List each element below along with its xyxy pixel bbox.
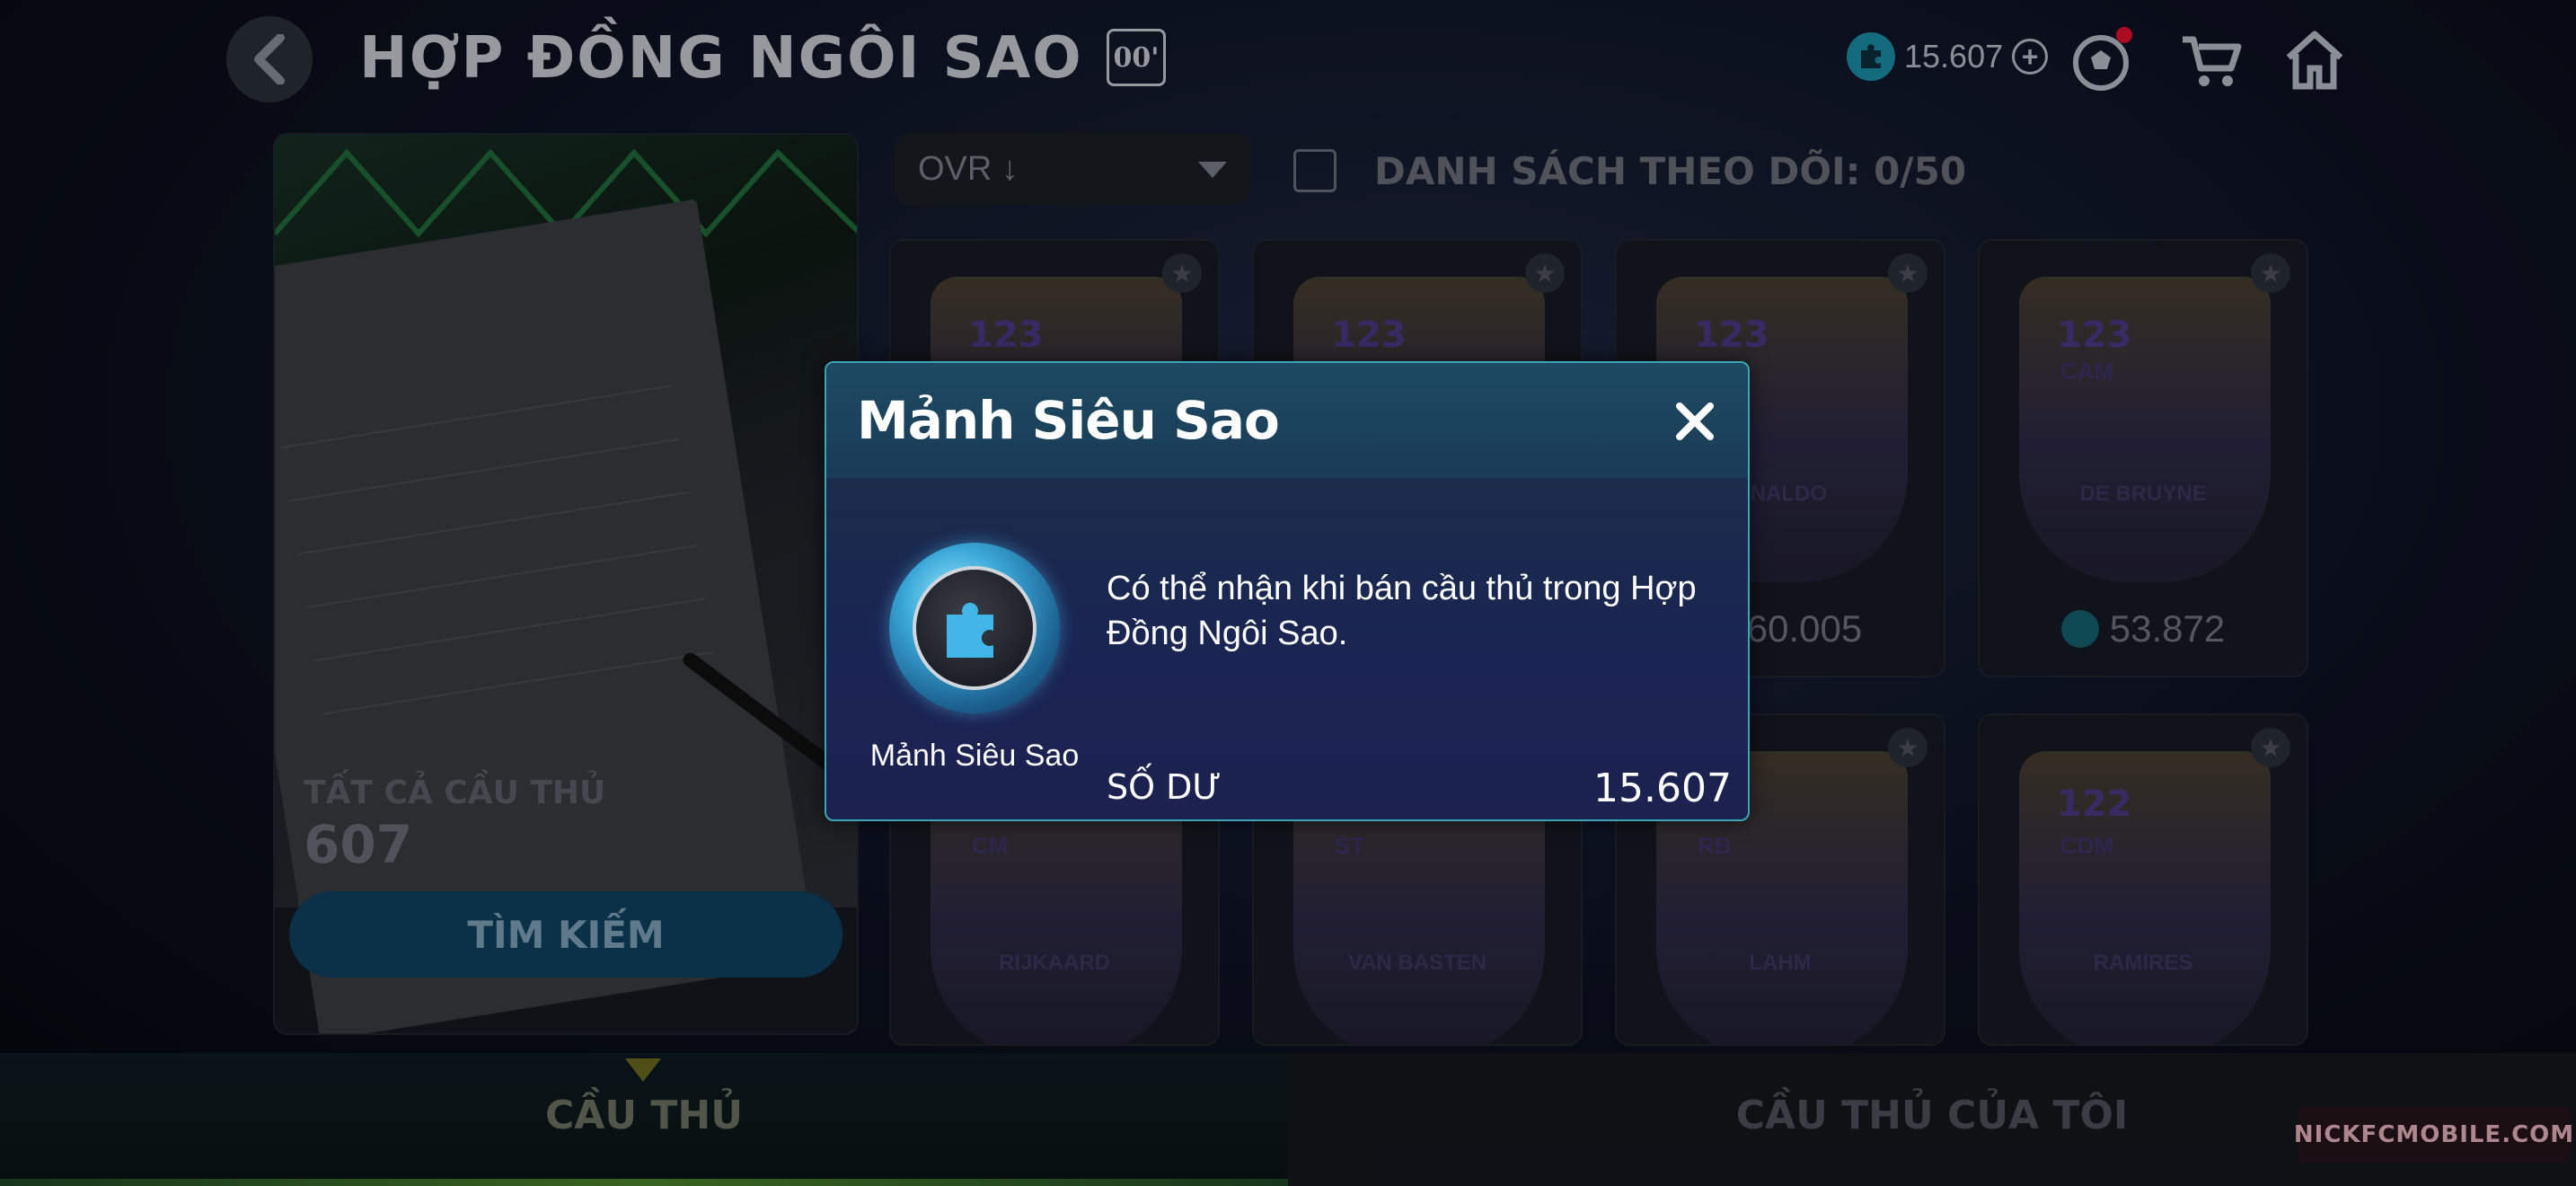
balance-label: SỐ DƯ xyxy=(1107,767,1222,807)
close-button[interactable] xyxy=(1671,397,1719,446)
superstar-shard-icon xyxy=(889,543,1060,713)
item-info-modal: Mảnh Siêu Sao Mảnh Siêu Sao Có thể nhận … xyxy=(825,361,1750,821)
modal-title: Mảnh Siêu Sao xyxy=(857,390,1280,451)
item-caption: Mảnh Siêu Sao xyxy=(869,739,1080,773)
item-description: Có thể nhận khi bán cầu thủ trong Hợp Đồ… xyxy=(1107,570,1697,652)
close-icon xyxy=(1676,403,1714,440)
balance-value: 15.607 xyxy=(1593,766,1732,811)
